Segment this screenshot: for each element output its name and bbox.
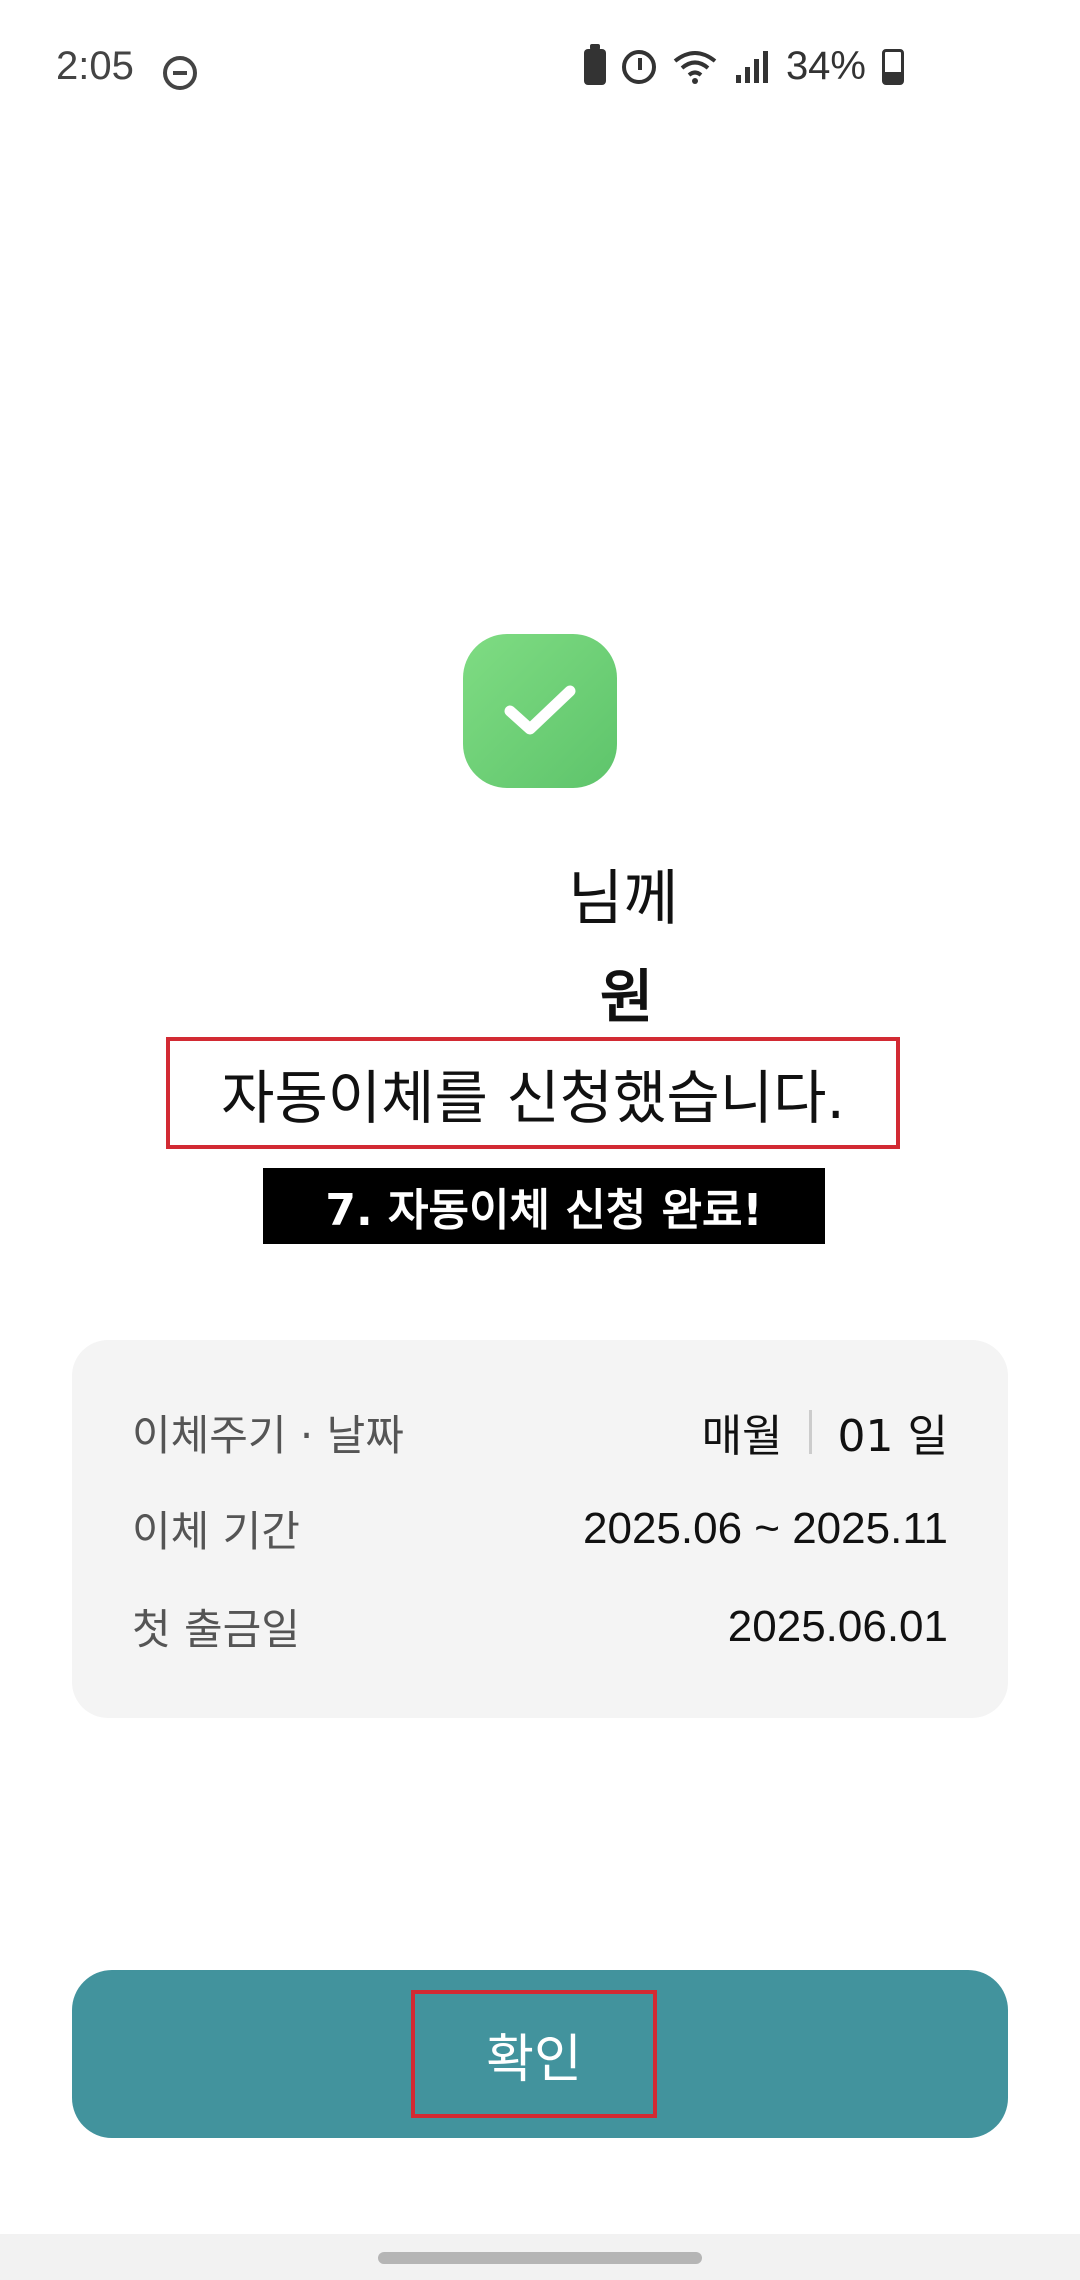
detail-row-cycle: 이체주기 · 날짜 매월 01 일 [132, 1400, 948, 1464]
first-withdrawal-value: 2025.06.01 [727, 1601, 948, 1651]
status-bar: 2:05 34% [0, 0, 1080, 140]
signal-icon [735, 50, 768, 83]
check-mark-icon [504, 685, 576, 735]
confirm-button-highlight[interactable]: 확인 [411, 1990, 657, 2118]
completion-message: 자동이체를 신청했습니다. [166, 1037, 900, 1149]
transfer-details-card: 이체주기 · 날짜 매월 01 일 이체 기간 2025.06 ~ 2025.1… [72, 1340, 1008, 1718]
completion-message-text: 자동이체를 신청했습니다. [221, 1064, 845, 1132]
status-icons: 34% [583, 43, 904, 89]
cycle-value-group: 매월 01 일 [702, 1400, 948, 1464]
period-value: 2025.06 ~ 2025.11 [583, 1503, 948, 1553]
alarm-icon [621, 49, 656, 84]
battery-percent: 34% [785, 44, 866, 88]
recipient-line: 님께 [568, 864, 679, 934]
step-banner-text: 7. 자동이체 신청 완료! [325, 1185, 763, 1236]
battery-icon [882, 48, 904, 85]
status-time: 2:05 [56, 44, 134, 88]
day-value: 01 일 [837, 1411, 948, 1462]
cycle-value: 매월 [701, 1411, 783, 1462]
detail-row-first-withdrawal: 첫 출금일 2025.06.01 [132, 1596, 948, 1657]
period-label: 이체 기간 [132, 1507, 300, 1556]
navigation-bar [0, 2234, 1080, 2280]
detail-row-period: 이체 기간 2025.06 ~ 2025.11 [132, 1498, 948, 1559]
do-not-disturb-icon [163, 56, 197, 90]
cycle-divider [808, 1410, 812, 1454]
amount-line: 원 [600, 963, 654, 1031]
battery-saver-icon [583, 43, 606, 85]
home-handle[interactable] [378, 2252, 702, 2264]
cycle-label: 이체주기 · 날짜 [132, 1410, 404, 1460]
first-withdrawal-label: 첫 출금일 [132, 1605, 300, 1654]
wifi-icon [673, 50, 717, 84]
step-banner: 7. 자동이체 신청 완료! [263, 1168, 825, 1244]
success-check-icon [463, 634, 617, 788]
confirm-button-label: 확인 [486, 2029, 582, 2090]
